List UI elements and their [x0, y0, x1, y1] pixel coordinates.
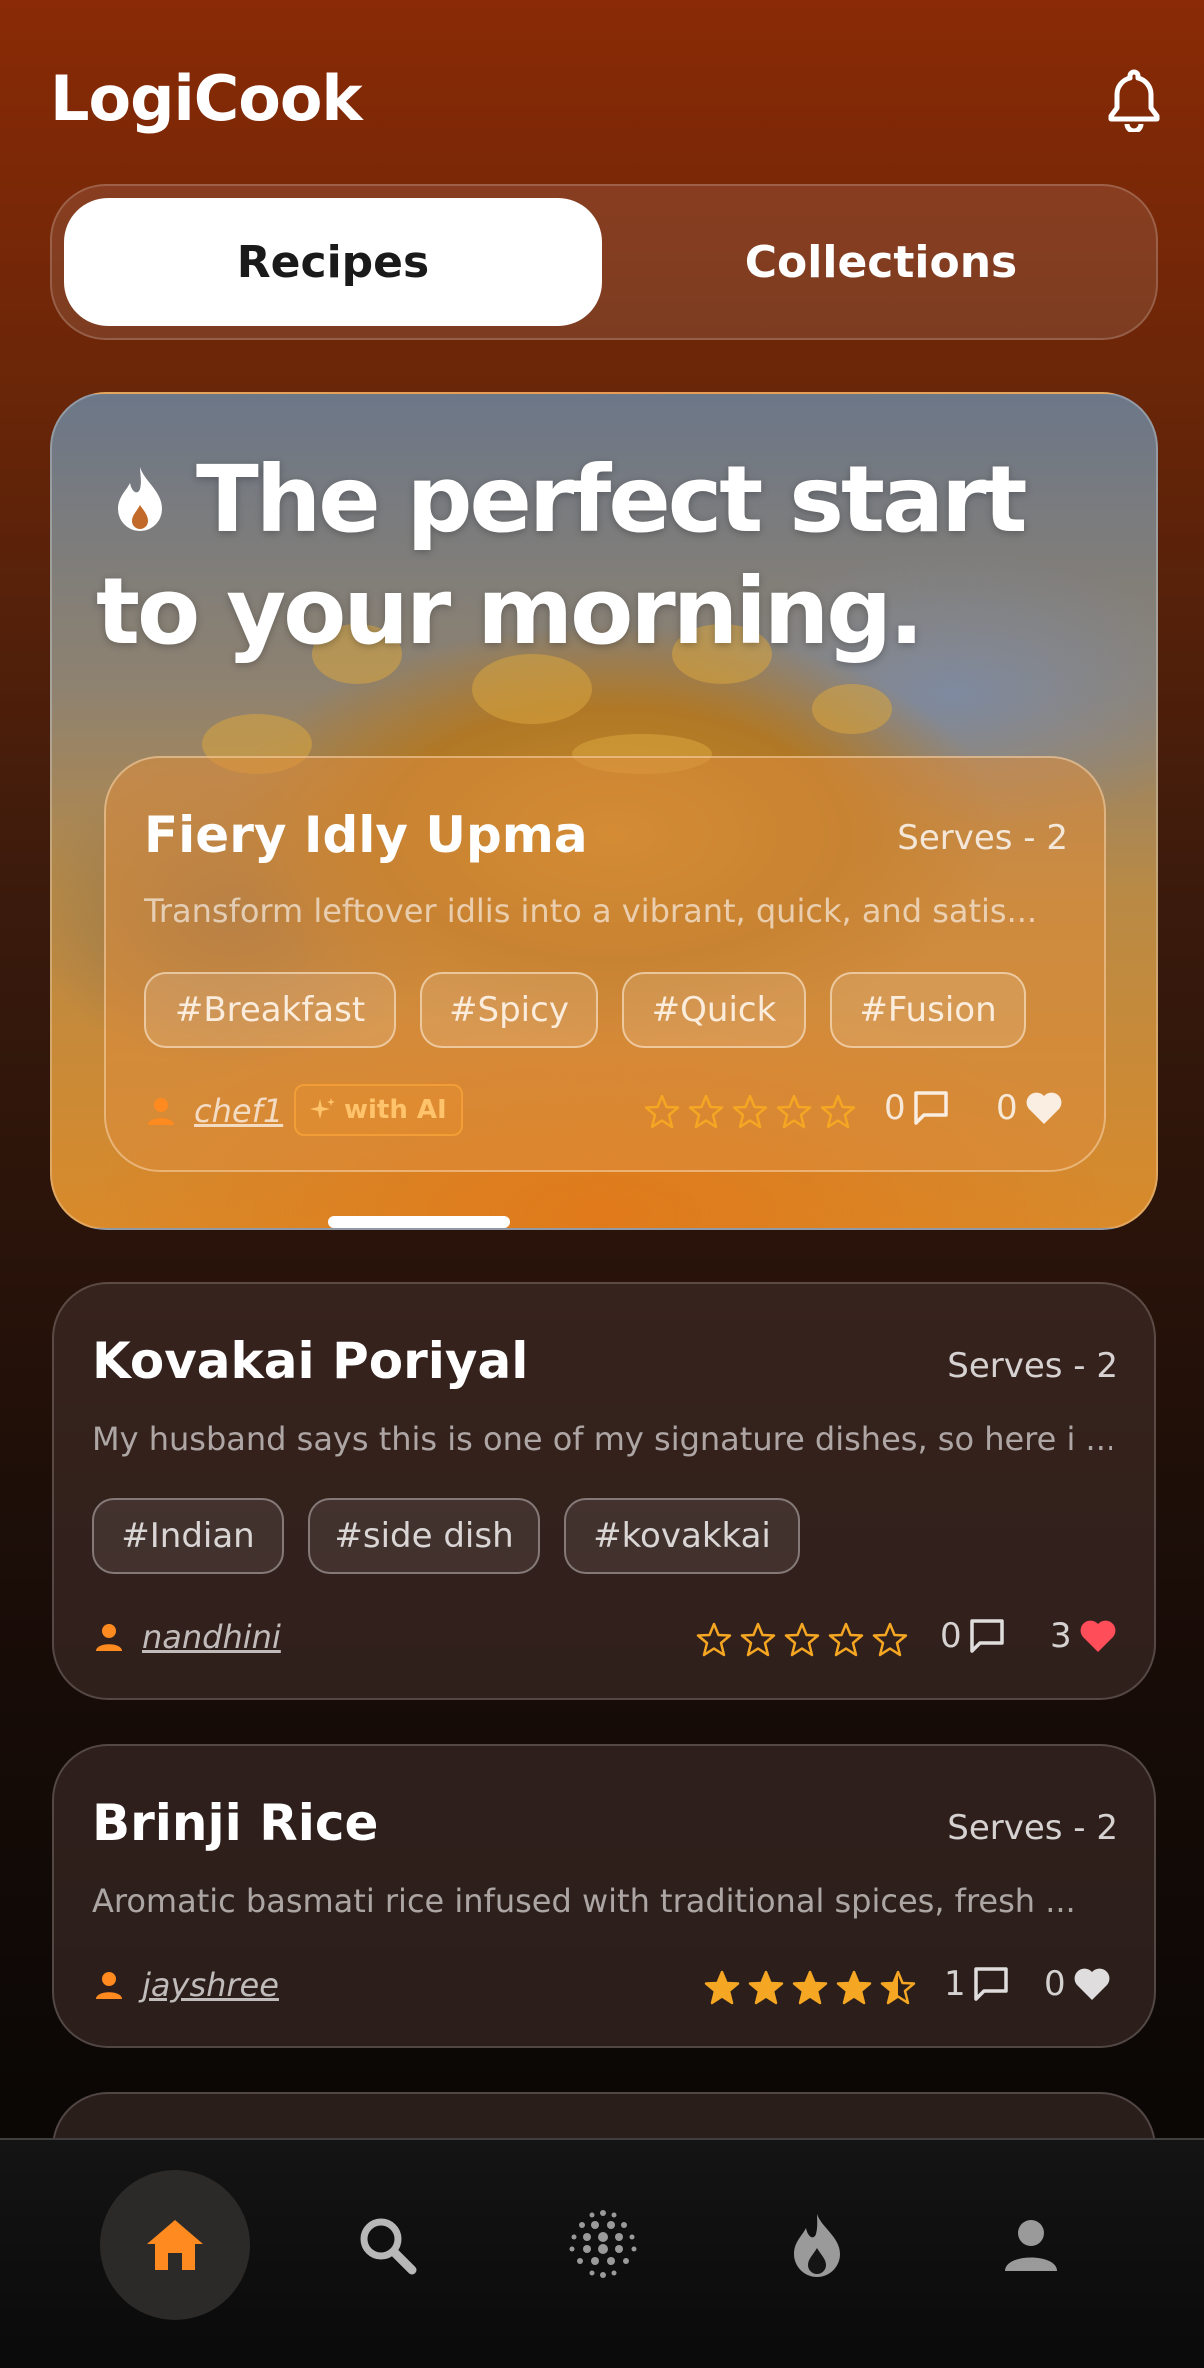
recipe-title: Brinji Rice [92, 1794, 379, 1852]
tab-recipes[interactable]: Recipes [64, 198, 602, 326]
featured-recipe-banner[interactable]: The perfect start to your morning. Fiery… [50, 392, 1158, 1230]
comment-count-value: 0 [884, 1088, 906, 1128]
tag-chip[interactable]: #side dish [308, 1498, 540, 1574]
recipe-author[interactable]: jayshree [94, 1966, 279, 2004]
author-name: jayshree [142, 1966, 279, 2004]
tab-collections[interactable]: Collections [612, 198, 1150, 326]
tag-chip[interactable]: #Fusion [830, 972, 1026, 1048]
recipe-card[interactable]: Brinji Rice Serves - 2 Aromatic basmati … [52, 1744, 1156, 2048]
recipe-author[interactable]: chef1 [146, 1092, 283, 1130]
person-icon [96, 1624, 122, 1651]
author-name: chef1 [194, 1092, 284, 1130]
star-icon [740, 1622, 776, 1657]
author-name: nandhini [142, 1618, 281, 1656]
person-icon [148, 1098, 174, 1125]
bottom-navigation [0, 2138, 1204, 2368]
star-icon [748, 1970, 784, 2005]
heart-icon [1026, 1092, 1062, 1124]
profile-icon [1005, 2220, 1057, 2271]
star-icon [820, 1094, 856, 1129]
star-rating [696, 1622, 908, 1658]
flame-icon [794, 2214, 840, 2277]
ai-badge-label: with AI [344, 1095, 447, 1125]
heart-icon [1074, 1968, 1110, 2000]
star-rating [704, 1970, 916, 2006]
star-icon [704, 1970, 740, 2005]
nav-profile-button[interactable] [956, 2170, 1106, 2320]
home-icon [147, 2220, 203, 2270]
tag-chip[interactable]: #Indian [92, 1498, 284, 1574]
recipe-description: Aromatic basmati rice infused with tradi… [92, 1882, 1076, 1920]
like-count[interactable]: 0 [1044, 1964, 1112, 2004]
like-count-value: 0 [1044, 1964, 1066, 2004]
nav-trending-button[interactable] [742, 2170, 892, 2320]
tag-chip[interactable]: #kovakkai [564, 1498, 800, 1574]
recipe-card[interactable]: Kovakai Poriyal Serves - 2 My husband sa… [52, 1282, 1156, 1700]
featured-headline-text: The perfect start to your morning. [96, 446, 1027, 665]
nav-discover-button[interactable] [528, 2170, 678, 2320]
like-count[interactable]: 0 [996, 1088, 1064, 1128]
serves-label: Serves - 2 [947, 1808, 1118, 1848]
serves-label: Serves - 2 [947, 1346, 1118, 1386]
dot-grid-icon [569, 2210, 637, 2278]
comment-count-value: 1 [944, 1964, 966, 2004]
comment-count[interactable]: 0 [940, 1616, 1006, 1656]
star-icon [836, 1970, 872, 2005]
star-icon [828, 1622, 864, 1657]
comment-icon [913, 1091, 948, 1125]
tag-chip[interactable]: #Quick [622, 972, 806, 1048]
recipe-description: My husband says this is one of my signat… [92, 1420, 1112, 1458]
like-count[interactable]: 3 [1050, 1616, 1118, 1656]
flame-icon [110, 448, 170, 531]
nav-search-button[interactable] [312, 2170, 462, 2320]
star-icon [732, 1094, 768, 1129]
recipe-description: Transform leftover idlis into a vibrant,… [144, 892, 1038, 930]
like-count-value: 0 [996, 1088, 1018, 1128]
star-icon [784, 1622, 820, 1657]
heart-icon [1080, 1620, 1116, 1652]
tab-switcher: Recipes Collections [50, 184, 1158, 340]
comment-count-value: 0 [940, 1616, 962, 1656]
star-rating [644, 1094, 856, 1130]
recipe-author[interactable]: nandhini [94, 1618, 281, 1656]
carousel-indicator [328, 1216, 510, 1228]
featured-headline: The perfect start to your morning. [96, 444, 1116, 668]
featured-recipe-card[interactable]: Fiery Idly Upma Serves - 2 Transform lef… [104, 756, 1106, 1172]
nav-home-button[interactable] [100, 2170, 250, 2320]
star-icon [688, 1094, 724, 1129]
bell-icon[interactable] [1106, 68, 1162, 134]
comment-icon [973, 1967, 1008, 2001]
star-icon [792, 1970, 828, 2005]
app-title: LogiCook [50, 62, 363, 135]
star-icon [644, 1094, 680, 1129]
sparkle-icon [310, 1098, 335, 1119]
recipe-title: Kovakai Poriyal [92, 1332, 529, 1390]
star-icon [872, 1622, 908, 1657]
serves-label: Serves - 2 [897, 818, 1068, 858]
star-icon [776, 1094, 812, 1129]
person-icon [96, 1972, 122, 1999]
tag-chip[interactable]: #Spicy [420, 972, 598, 1048]
ai-badge: with AI [294, 1084, 463, 1136]
comment-count[interactable]: 1 [944, 1964, 1010, 2004]
recipe-title: Fiery Idly Upma [144, 806, 588, 864]
star-icon [696, 1622, 732, 1657]
tag-chip[interactable]: #Breakfast [144, 972, 396, 1048]
search-icon [360, 2218, 417, 2275]
like-count-value: 3 [1050, 1616, 1072, 1656]
comment-icon [969, 1619, 1004, 1653]
star-icon [880, 1970, 916, 2005]
comment-count[interactable]: 0 [884, 1088, 950, 1128]
